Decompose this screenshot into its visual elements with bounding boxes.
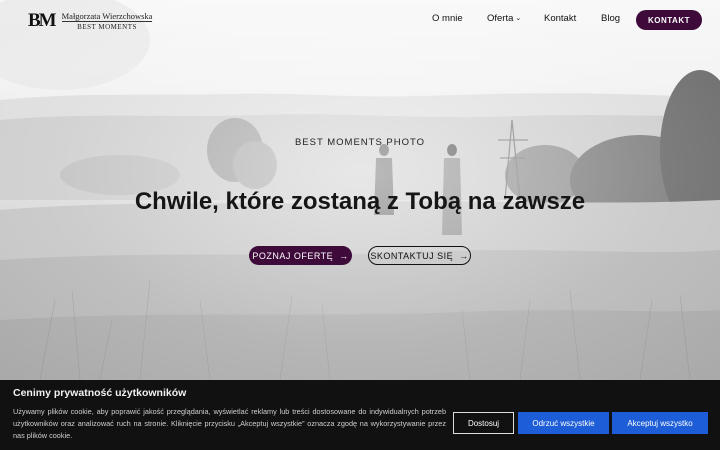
customize-cookies-button[interactable]: Dostosuj <box>453 412 514 434</box>
nav-item-offer-label: Oferta <box>487 13 514 24</box>
site-logo[interactable]: BM Małgorzata Wierzchowska BEST MOMENTS <box>28 10 153 32</box>
hero-eyebrow: BEST MOMENTS PHOTO <box>294 137 426 148</box>
see-offer-button[interactable]: POZNAJ OFERTĘ → <box>249 246 352 265</box>
nav-item-about[interactable]: O mnie <box>432 13 463 24</box>
top-navigation: BM Małgorzata Wierzchowska BEST MOMENTS … <box>0 0 720 40</box>
get-in-touch-label: SKONTAKTUJ SIĘ <box>370 250 454 261</box>
cookie-title: Cenimy prywatność użytkowników <box>13 387 187 399</box>
logo-name: Małgorzata Wierzchowska <box>61 10 153 21</box>
arrow-right-icon: → <box>339 250 349 261</box>
logo-wordmark: Małgorzata Wierzchowska BEST MOMENTS <box>61 10 153 32</box>
accept-all-cookies-button[interactable]: Akceptuj wszystko <box>612 412 708 434</box>
contact-button[interactable]: KONTAKT <box>636 10 702 30</box>
hero-headline: Chwile, które zostaną z Tobą na zawsze <box>134 188 586 215</box>
nav-item-offer[interactable]: Oferta ⌄ <box>487 13 521 24</box>
chevron-down-icon: ⌄ <box>515 15 522 22</box>
arrow-right-icon: → <box>459 250 469 261</box>
logo-monogram: BM <box>28 10 57 31</box>
nav-item-blog[interactable]: Blog <box>601 13 620 24</box>
logo-tagline: BEST MOMENTS <box>61 20 153 32</box>
cookie-consent-banner: Cenimy prywatność użytkowników Używamy p… <box>0 380 720 450</box>
see-offer-label: POZNAJ OFERTĘ <box>252 250 334 261</box>
cookie-description: Używamy plików cookie, aby poprawić jako… <box>13 407 446 440</box>
get-in-touch-button[interactable]: SKONTAKTUJ SIĘ → <box>368 246 471 265</box>
nav-item-contact[interactable]: Kontakt <box>544 13 576 24</box>
reject-all-cookies-button[interactable]: Odrzuć wszystkie <box>518 412 609 434</box>
